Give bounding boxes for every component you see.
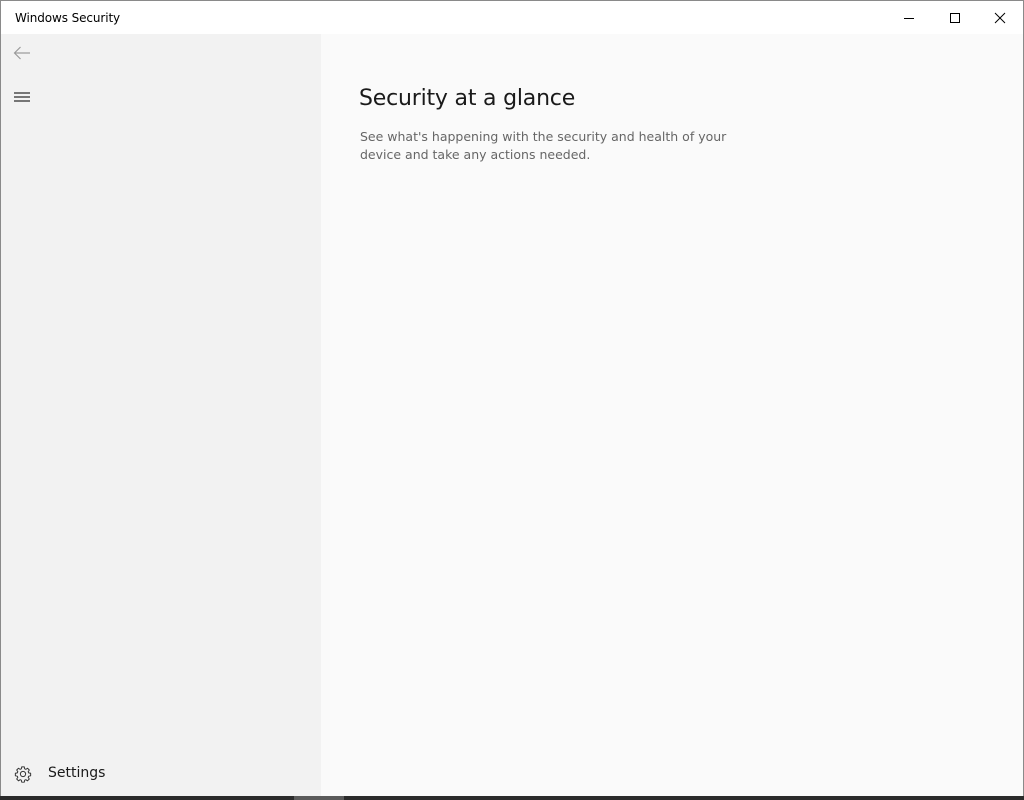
close-icon — [994, 12, 1006, 23]
window-title: Windows Security — [15, 11, 121, 25]
back-button[interactable] — [9, 42, 35, 64]
page-description: See what's happening with the security a… — [360, 129, 727, 162]
app-window: Windows Security Settings Security at a … — [0, 0, 1024, 800]
maximize-button[interactable] — [932, 1, 978, 34]
close-button[interactable] — [977, 1, 1023, 34]
page-title: Security at a glance — [359, 86, 576, 111]
sidebar: Settings — [1, 34, 321, 797]
minimize-button[interactable] — [886, 1, 932, 34]
gear-icon — [13, 764, 33, 784]
main-content: Security at a glance See what's happenin… — [321, 34, 1023, 797]
hamburger-menu-button[interactable] — [9, 86, 35, 108]
sidebar-item-label: Settings — [48, 765, 106, 781]
sidebar-item-settings[interactable]: Settings — [1, 757, 321, 791]
maximize-icon — [950, 12, 960, 23]
back-arrow-icon — [13, 46, 30, 60]
taskbar-strip — [0, 796, 1024, 800]
minimize-icon — [904, 17, 914, 19]
title-bar[interactable]: Windows Security — [1, 1, 1023, 34]
taskbar-active-indicator — [294, 796, 344, 800]
hamburger-menu-icon — [14, 92, 30, 102]
